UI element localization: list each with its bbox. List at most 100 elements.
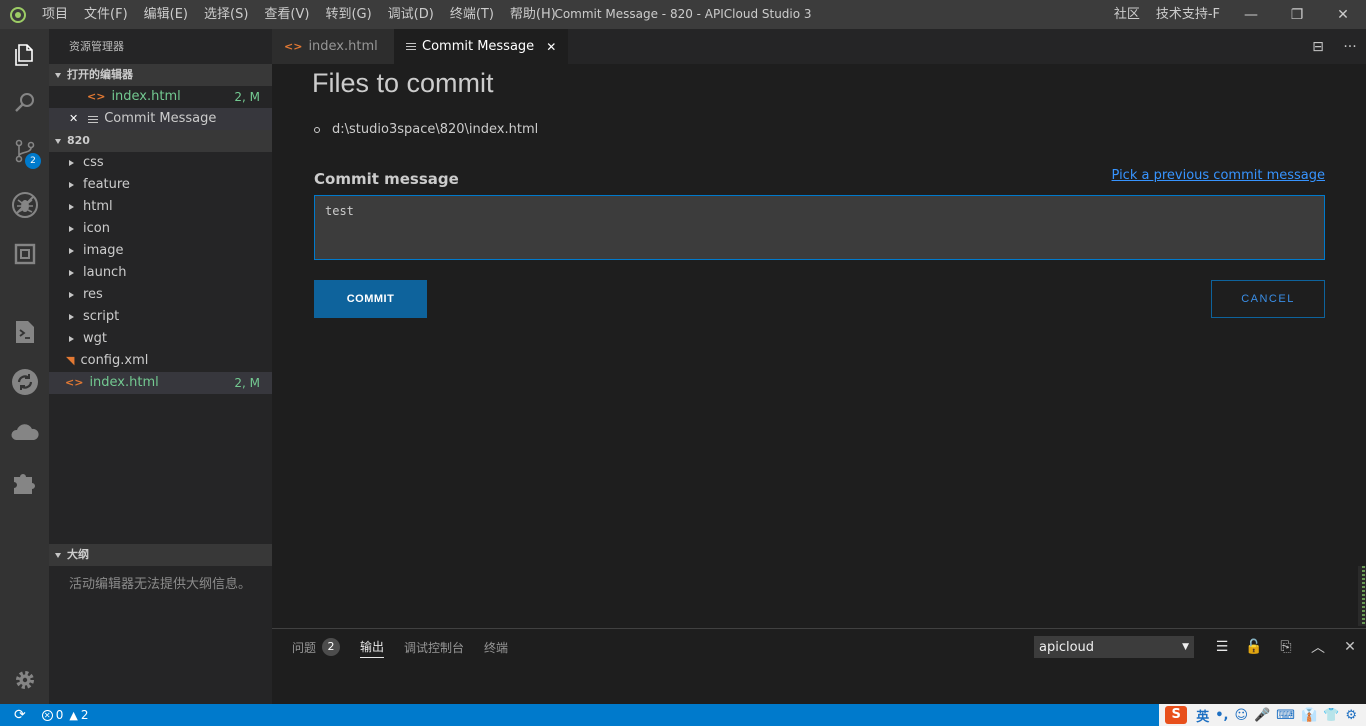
- close-window-button[interactable]: ✕: [1320, 0, 1366, 29]
- file-list-item: d:\studio3space\820\index.html: [314, 122, 538, 137]
- minimize-button[interactable]: —: [1228, 0, 1274, 29]
- html-file-icon: <>: [87, 90, 106, 103]
- outline-empty-message: 活动编辑器无法提供大纲信息。: [69, 577, 252, 592]
- tab-output[interactable]: 输出: [360, 636, 385, 658]
- menu-help[interactable]: 帮助(H): [502, 0, 564, 29]
- menu-project[interactable]: 项目: [34, 0, 76, 29]
- folder-icon[interactable]: icon: [49, 218, 272, 240]
- keyboard-icon[interactable]: ⌨: [1276, 708, 1295, 723]
- title-bar: 项目 文件(F) 编辑(E) 选择(S) 查看(V) 转到(G) 调试(D) 终…: [0, 0, 1366, 29]
- status-bar: ⟳ ✕ 0 ▲ 2 S 英 •, ☺ 🎤 ⌨ 👔 👕 ⚙: [0, 704, 1366, 726]
- file-index-html[interactable]: <> index.html 2, M: [49, 372, 272, 394]
- chevron-down-icon: [55, 72, 61, 78]
- folder-res[interactable]: res: [49, 284, 272, 306]
- split-editor-icon[interactable]: ⊟: [1302, 39, 1334, 55]
- explorer-icon[interactable]: [0, 31, 49, 79]
- tab-debug-console[interactable]: 调试控制台: [404, 629, 464, 665]
- community-link[interactable]: 社区: [1106, 0, 1148, 29]
- folder-script[interactable]: script: [49, 306, 272, 328]
- gear-icon[interactable]: [0, 656, 49, 704]
- chevron-right-icon: [69, 270, 74, 276]
- tab-problems[interactable]: 问题 2: [292, 629, 341, 665]
- folder-feature[interactable]: feature: [49, 174, 272, 196]
- menu-goto[interactable]: 转到(G): [317, 0, 379, 29]
- close-panel-icon[interactable]: ✕: [1334, 639, 1366, 655]
- bottom-panel: 问题 2 输出 调试控制台 终端 apicloud ▼ ☰ 🔓 ⎘ ︿ ✕: [272, 628, 1366, 704]
- file-config-xml[interactable]: ◥ config.xml: [49, 350, 272, 372]
- menu-file[interactable]: 文件(F): [76, 0, 136, 29]
- menu-view[interactable]: 查看(V): [256, 0, 317, 29]
- menu-edit[interactable]: 编辑(E): [136, 0, 196, 29]
- files-to-commit-heading: Files to commit: [312, 68, 494, 98]
- chevron-right-icon: [69, 292, 74, 298]
- chevron-right-icon: [69, 248, 74, 254]
- cloud-icon[interactable]: [0, 408, 49, 456]
- tab-terminal[interactable]: 终端: [484, 629, 508, 665]
- sync-icon[interactable]: [0, 358, 49, 406]
- close-tab-icon[interactable]: ✕: [546, 40, 556, 54]
- menu-terminal[interactable]: 终端(T): [442, 0, 502, 29]
- folder-wgt[interactable]: wgt: [49, 328, 272, 350]
- extensions-panel-icon[interactable]: [0, 230, 49, 278]
- shirt-icon[interactable]: 👕: [1323, 708, 1339, 723]
- sogou-ime-icon[interactable]: S: [1165, 706, 1188, 724]
- ime-settings-icon[interactable]: ⚙: [1345, 708, 1357, 723]
- support-link[interactable]: 技术支持-F: [1148, 0, 1228, 29]
- activity-bar: 2: [0, 29, 49, 704]
- folder-css[interactable]: css: [49, 152, 272, 174]
- terminal-icon[interactable]: [0, 308, 49, 356]
- folder-launch[interactable]: launch: [49, 262, 272, 284]
- commit-message-input[interactable]: test: [314, 195, 1325, 260]
- project-header[interactable]: 820: [49, 130, 272, 152]
- folder-image[interactable]: image: [49, 240, 272, 262]
- chevron-right-icon: [69, 226, 74, 232]
- problems-count-badge: 2: [322, 638, 341, 656]
- debug-icon[interactable]: [0, 181, 49, 229]
- chevron-right-icon: [69, 182, 74, 188]
- clear-output-icon[interactable]: ☰: [1206, 639, 1238, 655]
- menu-debug[interactable]: 调试(D): [380, 0, 442, 29]
- skin-icon[interactable]: 👔: [1301, 708, 1317, 723]
- pick-previous-commit-link[interactable]: Pick a previous commit message: [1112, 168, 1325, 183]
- puzzle-icon[interactable]: [0, 458, 49, 506]
- tab-commit-message[interactable]: Commit Message ✕: [394, 29, 569, 64]
- editor-tabs: <> index.html Commit Message ✕ ⊟ ···: [272, 29, 1366, 64]
- chevron-right-icon: [69, 314, 74, 320]
- ime-language-toggle[interactable]: 英: [1196, 706, 1209, 725]
- commit-message-editor: Files to commit d:\studio3space\820\inde…: [272, 64, 1366, 628]
- open-editor-commit-message[interactable]: ✕ Commit Message: [49, 108, 272, 130]
- maximize-button[interactable]: ❐: [1274, 0, 1320, 29]
- outline-header[interactable]: 大纲: [49, 544, 272, 566]
- emoji-icon[interactable]: ☺: [1234, 708, 1248, 723]
- dropdown-arrow-icon: ▼: [1182, 642, 1189, 652]
- source-control-icon[interactable]: 2: [0, 127, 49, 175]
- open-log-icon[interactable]: ⎘: [1270, 639, 1302, 655]
- open-editors-header[interactable]: 打开的编辑器: [49, 64, 272, 86]
- error-icon: ✕: [41, 709, 53, 721]
- tab-index-html[interactable]: <> index.html: [272, 29, 394, 64]
- bullet-icon: [314, 126, 320, 133]
- error-count: 0: [55, 708, 64, 722]
- document-icon: [406, 41, 416, 52]
- sidebar-title: 资源管理器: [69, 40, 124, 53]
- xml-file-icon: ◥: [66, 354, 75, 367]
- microphone-icon[interactable]: 🎤: [1254, 708, 1270, 723]
- close-icon[interactable]: ✕: [69, 108, 78, 130]
- search-icon[interactable]: [0, 79, 49, 127]
- chevron-right-icon: [69, 204, 74, 210]
- commit-button[interactable]: COMMIT: [314, 280, 427, 318]
- more-actions-icon[interactable]: ···: [1334, 39, 1366, 55]
- punctuation-icon[interactable]: •,: [1215, 708, 1228, 723]
- explorer-sidebar: 资源管理器 打开的编辑器 <> index.html 2, M ✕ Commit…: [49, 29, 272, 704]
- lock-scroll-icon[interactable]: 🔓: [1238, 639, 1270, 655]
- problems-status[interactable]: ✕ 0 ▲ 2: [41, 708, 88, 722]
- menu-bar: 项目 文件(F) 编辑(E) 选择(S) 查看(V) 转到(G) 调试(D) 终…: [34, 0, 564, 29]
- app-logo-icon: [10, 6, 26, 23]
- sync-status-icon[interactable]: ⟳: [14, 707, 26, 723]
- folder-html[interactable]: html: [49, 196, 272, 218]
- menu-selection[interactable]: 选择(S): [196, 0, 256, 29]
- open-editor-index-html[interactable]: <> index.html 2, M: [49, 86, 272, 108]
- maximize-panel-icon[interactable]: ︿: [1302, 637, 1334, 657]
- cancel-button[interactable]: CANCEL: [1211, 280, 1325, 318]
- output-channel-select[interactable]: apicloud ▼: [1034, 636, 1194, 658]
